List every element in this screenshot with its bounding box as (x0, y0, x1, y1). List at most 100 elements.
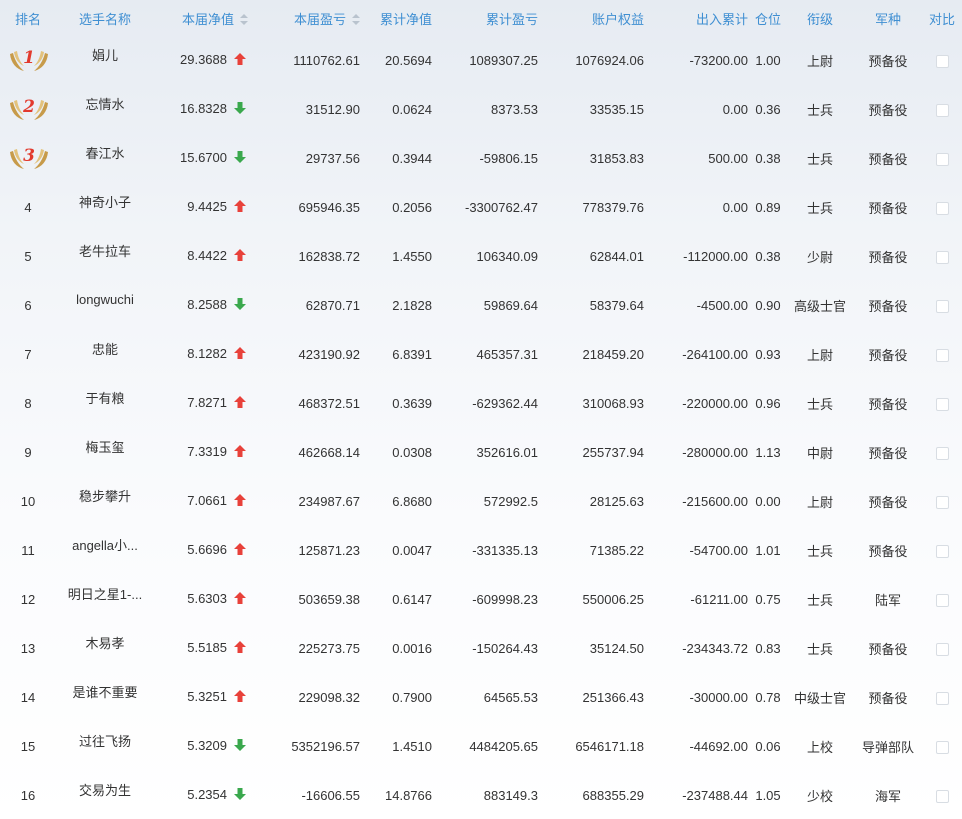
pnl-cell: 229098.32 (298, 690, 360, 705)
table-row[interactable]: 13 木易孝 5.5185 225273.75 0.0016 -150264.43 3512… (0, 624, 962, 673)
table-body: 1 娟儿 29.3688 1110762.61 20.5694 1089307.25 107… (0, 36, 962, 819)
header-nav[interactable]: 本届净值 (154, 0, 250, 36)
player-name-cell: 春江水 (56, 134, 154, 183)
compare-checkbox[interactable] (935, 447, 949, 461)
rank-number: 5 (24, 249, 32, 264)
compare-checkbox[interactable] (935, 251, 949, 265)
cum-nav-cell: 0.3639 (392, 396, 432, 411)
compare-cell (922, 134, 962, 183)
ranking-table: 排名 选手名称 本届净值 本届盈亏 累计净值 累计盈亏 账户权益 出入累计 仓位… (0, 0, 962, 819)
table-row[interactable]: 10 稳步攀升 7.0661 234987.67 6.8680 572992.5 28125… (0, 477, 962, 526)
equity-cell: 688355.29 (582, 788, 644, 803)
table-row[interactable]: 15 过往飞扬 5.3209 5352196.57 1.4510 4484205.65 65… (0, 722, 962, 771)
compare-checkbox[interactable] (935, 594, 949, 608)
compare-checkbox[interactable] (935, 104, 949, 118)
table-row[interactable]: 6 longwuchi 8.2588 62870.71 2.1828 59869.64 58… (0, 281, 962, 330)
table-row[interactable]: 1 娟儿 29.3688 1110762.61 20.5694 1089307.25 107… (0, 36, 962, 85)
player-name-link[interactable]: longwuchi (76, 292, 134, 307)
table-row[interactable]: 7 忠能 8.1282 423190.92 6.8391 465357.31 218459.… (0, 330, 962, 379)
branch-cell: 预备役 (868, 299, 908, 314)
title-cell: 少校 (806, 789, 833, 804)
player-name-link[interactable]: 神奇小子 (79, 192, 131, 211)
pnl-cell: 62870.71 (305, 298, 360, 313)
header-branch: 军种 (874, 11, 901, 27)
nav-value: 5.3251 (187, 689, 227, 705)
table-row[interactable]: 9 梅玉玺 7.3319 462668.14 0.0308 352616.01 255737… (0, 428, 962, 477)
compare-checkbox[interactable] (935, 300, 949, 314)
player-name-link[interactable]: 忘情水 (85, 94, 124, 113)
table-row[interactable]: 5 老牛拉车 8.4422 162838.72 1.4550 106340.09 62844… (0, 232, 962, 281)
player-name-link[interactable]: 过往飞扬 (79, 731, 131, 750)
arrow-up-icon (234, 591, 246, 607)
pnl-cell: 462668.14 (298, 445, 360, 460)
player-name-link[interactable]: 娟儿 (92, 45, 118, 64)
table-row[interactable]: 12 明日之星1-... 5.6303 503659.38 0.6147 -609998.… (0, 575, 962, 624)
player-name-link[interactable]: 稳步攀升 (79, 486, 131, 505)
arrow-up-icon (234, 493, 246, 509)
compare-checkbox[interactable] (935, 55, 949, 69)
nav-cell: 15.6700 (154, 134, 250, 183)
pnl-cell: 234987.67 (298, 494, 360, 509)
arrow-up-icon (234, 199, 246, 215)
sort-icon[interactable] (240, 13, 248, 25)
player-name-link[interactable]: 是谁不重要 (72, 682, 137, 701)
nav-value: 5.6696 (187, 542, 227, 558)
compare-checkbox[interactable] (935, 545, 949, 559)
laurel-medal-icon: 1 (7, 47, 51, 73)
branch-cell: 预备役 (868, 54, 908, 69)
compare-checkbox[interactable] (935, 643, 949, 657)
compare-checkbox[interactable] (935, 202, 949, 216)
player-name-link[interactable]: 梅玉玺 (85, 437, 124, 456)
table-row[interactable]: 16 交易为生 5.2354 -16606.55 14.8766 883149.3 6883… (0, 771, 962, 819)
table-row[interactable]: 8 于有粮 7.8271 468372.51 0.3639 -629362.44 31006… (0, 379, 962, 428)
title-cell: 上尉 (806, 54, 833, 69)
nav-cell: 5.3209 (154, 722, 250, 771)
title-cell: 中尉 (806, 446, 833, 461)
table-row[interactable]: 3 春江水 15.6700 29737.56 0.3944 -59806.15 31853.… (0, 134, 962, 183)
player-name-link[interactable]: 明日之星1-... (68, 584, 142, 603)
compare-checkbox[interactable] (935, 349, 949, 363)
branch-cell: 预备役 (868, 642, 908, 657)
table-row[interactable]: 2 忘情水 16.8328 31512.90 0.0624 8373.53 33535.15… (0, 85, 962, 134)
rank-cell: 4 (0, 183, 56, 232)
branch-cell: 预备役 (868, 544, 908, 559)
compare-checkbox[interactable] (935, 398, 949, 412)
header-pnl[interactable]: 本届盈亏 (250, 0, 362, 36)
player-name-link[interactable]: 木易孝 (85, 633, 124, 652)
nav-value: 9.4425 (187, 199, 227, 215)
table-row[interactable]: 4 神奇小子 9.4425 695946.35 0.2056 -3300762.47 778… (0, 183, 962, 232)
position-cell: 1.01 (755, 543, 781, 558)
inout-cell: -234343.72 (682, 641, 748, 656)
player-name-link[interactable]: 春江水 (85, 143, 124, 162)
cum-pnl-cell: 572992.5 (483, 494, 538, 509)
equity-cell: 58379.64 (589, 298, 644, 313)
branch-cell: 预备役 (868, 397, 908, 412)
compare-checkbox[interactable] (935, 741, 949, 755)
nav-value: 7.0661 (187, 493, 227, 509)
player-name-link[interactable]: 老牛拉车 (79, 241, 131, 260)
equity-cell: 35124.50 (589, 641, 644, 656)
player-name-link[interactable]: angella小... (72, 535, 138, 554)
player-name-link[interactable]: 于有粮 (85, 388, 124, 407)
inout-cell: -220000.00 (682, 396, 748, 411)
compare-checkbox[interactable] (935, 496, 949, 510)
nav-value: 5.6303 (187, 591, 227, 607)
table-row[interactable]: 11 angella小... 5.6696 125871.23 0.0047 -33133… (0, 526, 962, 575)
sort-icon[interactable] (352, 13, 360, 25)
arrow-down-icon (234, 787, 246, 803)
pnl-cell: 225273.75 (298, 641, 360, 656)
player-name-link[interactable]: 交易为生 (79, 780, 131, 799)
compare-checkbox[interactable] (935, 692, 949, 706)
title-cell: 高级士官 (793, 299, 846, 314)
title-cell: 士兵 (806, 593, 833, 608)
rank-cell: 13 (0, 624, 56, 673)
compare-checkbox[interactable] (935, 153, 949, 167)
compare-checkbox[interactable] (935, 790, 949, 804)
nav-cell: 5.6303 (154, 575, 250, 624)
position-cell: 0.38 (755, 151, 781, 166)
rank-number: 11 (21, 543, 35, 558)
rank-cell: 6 (0, 281, 56, 330)
player-name-link[interactable]: 忠能 (92, 339, 118, 358)
cum-nav-cell: 0.0016 (392, 641, 432, 656)
table-row[interactable]: 14 是谁不重要 5.3251 229098.32 0.7900 64565.53 2513… (0, 673, 962, 722)
